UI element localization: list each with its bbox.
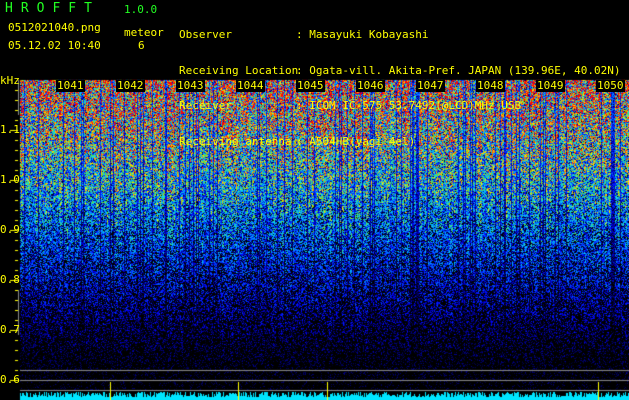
info-label: Receiver <box>179 99 232 112</box>
y-axis-unit: kHz <box>0 74 20 87</box>
info-value: : ICOM IC-575 53.7492(@LCD)MHz USB <box>296 99 522 112</box>
app-version: 1.0.0 <box>124 3 158 16</box>
info-label: Receiving antenna <box>179 134 292 148</box>
time-label: 1044 <box>236 79 265 92</box>
info-value: : Ogata-vill. Akita-Pref. JAPAN (139.96E… <box>296 63 621 77</box>
info-label: Observer <box>179 28 232 41</box>
y-tick-label: 1.1 <box>0 123 20 136</box>
meteor-label: meteor <box>124 26 164 39</box>
y-tick-label: 0.8 <box>0 273 20 286</box>
time-label: 1048 <box>476 79 505 92</box>
info-value: : Masayuki Kobayashi <box>296 28 429 41</box>
filename: 0512021040.png <box>8 21 101 34</box>
y-tick-label: 0.9 <box>0 223 20 236</box>
app-name: HROFFT <box>5 1 100 16</box>
y-tick-label: 1.0 <box>0 173 20 186</box>
meteor-count: 6 <box>138 39 145 52</box>
time-label: 1043 <box>176 79 205 92</box>
info-value: : A504HB(yagi 4el) <box>296 134 416 148</box>
info-label: Receiving Location <box>179 63 299 77</box>
time-label: 1041 <box>56 79 85 92</box>
time-label: 1046 <box>356 79 385 92</box>
y-tick-label: 0.7 <box>0 323 20 336</box>
time-label: 1042 <box>116 79 145 92</box>
time-label: 1049 <box>536 79 565 92</box>
time-label: 1047 <box>416 79 445 92</box>
y-tick-label: 0.6 <box>0 373 20 386</box>
datetime: 05.12.02 10:40 <box>8 39 101 52</box>
time-label: 1045 <box>296 79 325 92</box>
time-label: 1050 <box>596 79 625 92</box>
